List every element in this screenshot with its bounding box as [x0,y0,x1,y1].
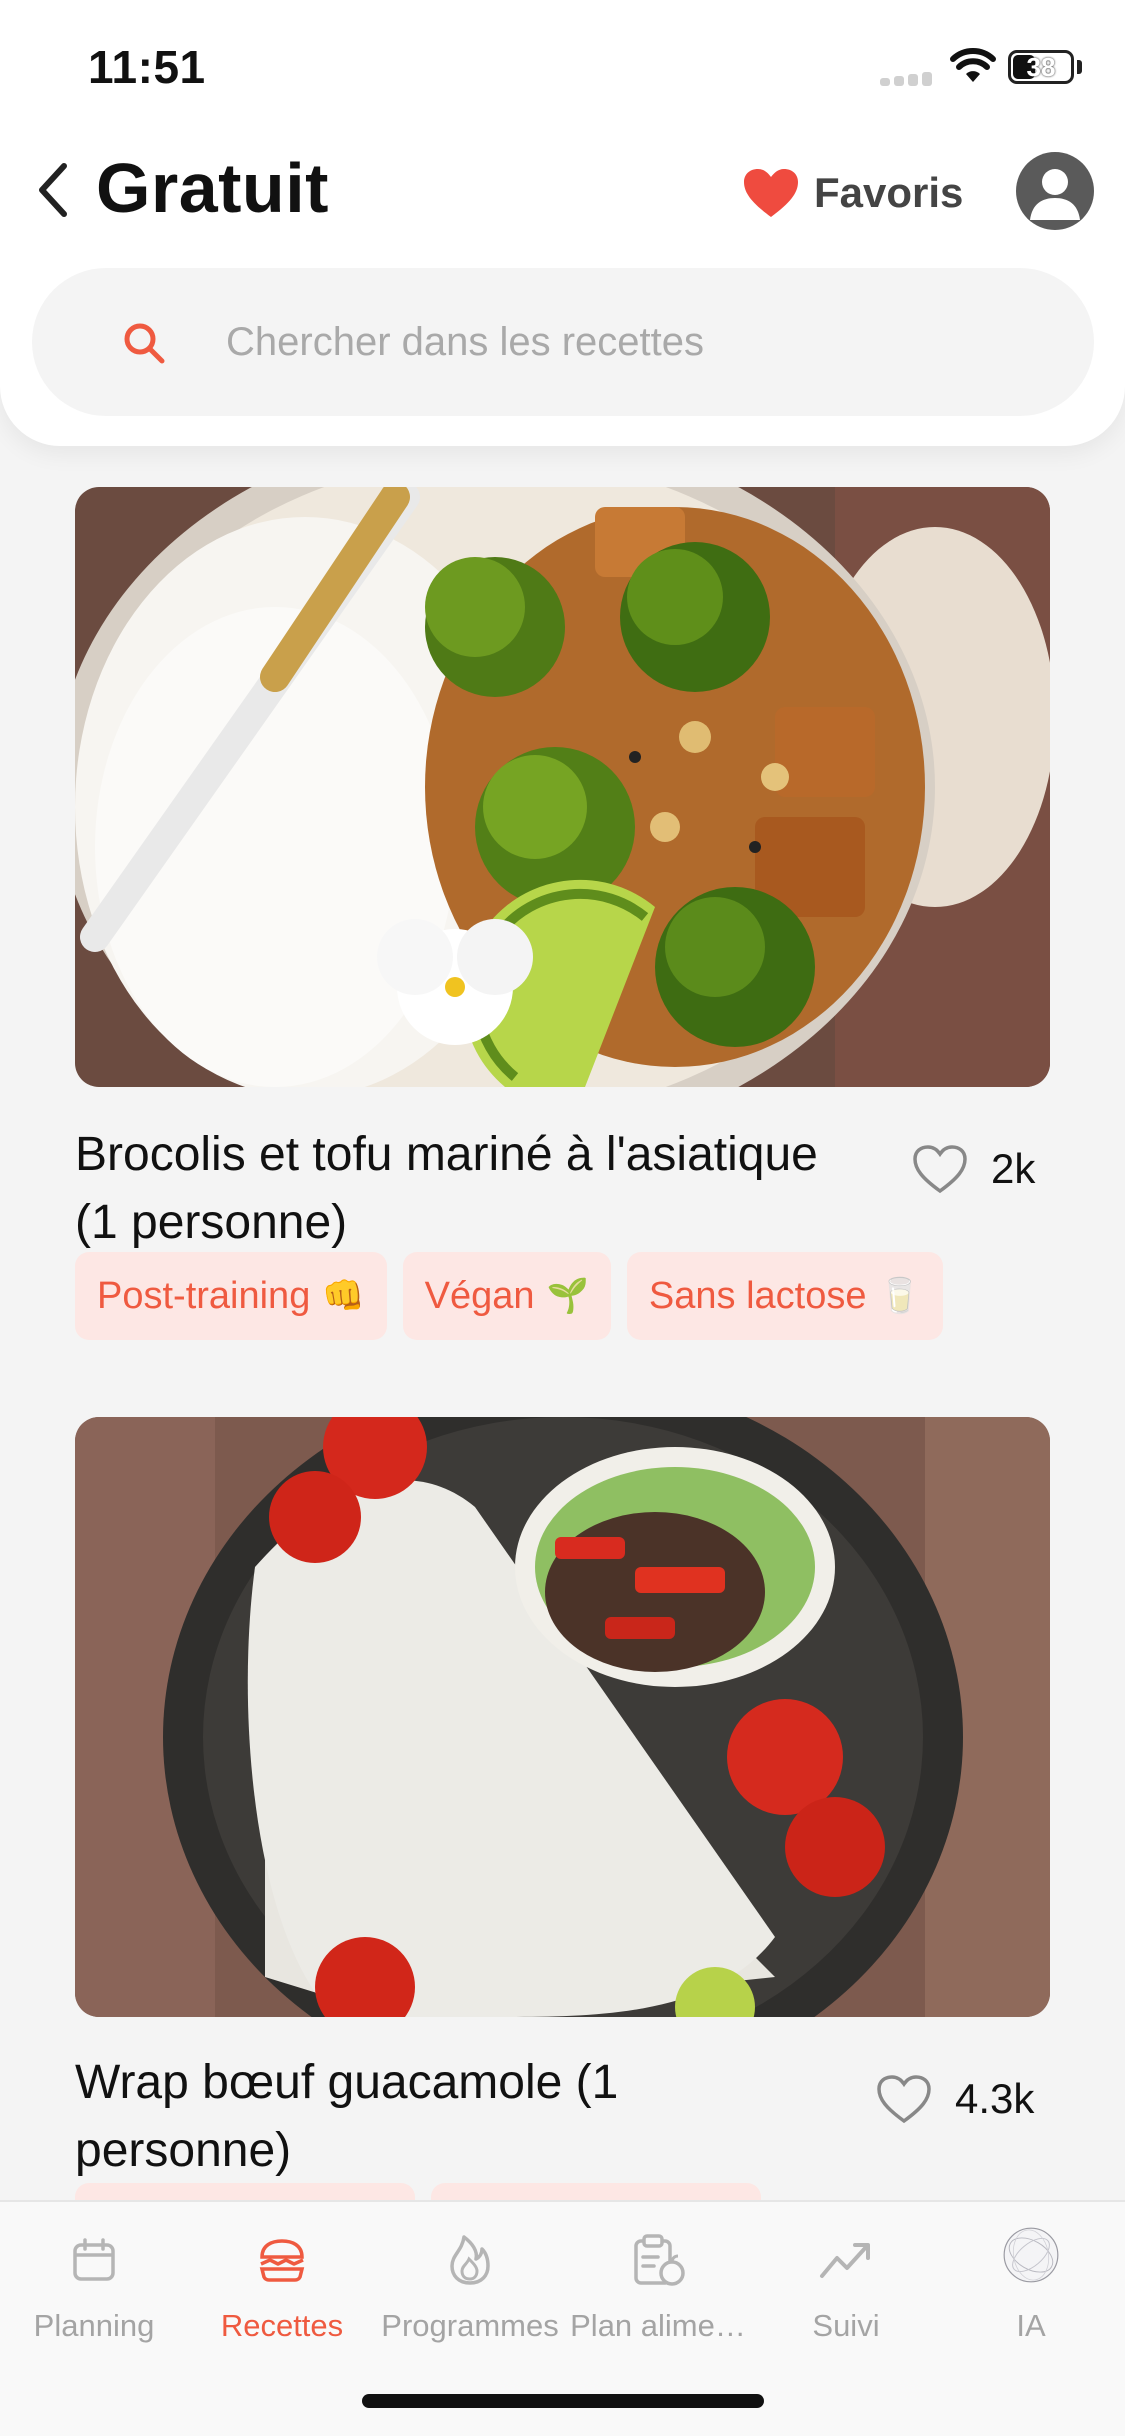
tab-label: Plan alime… [570,2308,746,2343]
trend-icon [816,2230,876,2290]
tag-label: Post-training [97,1274,311,1317]
heart-outline-icon [913,1145,967,1194]
recipe-image-beef-wrap[interactable] [75,1417,1050,2017]
calendar-icon [64,2230,124,2290]
cellular-signal-icon [880,72,932,86]
recipe-card[interactable]: Wrap bœuf guacamole (1 personne) 4.3k [75,1417,1050,2271]
like-button[interactable]: 2k [911,1143,1035,1195]
tag-list: Post-training 👊 Végan 🌱 Sans lactose 🥛 [75,1252,943,1340]
battery-icon: 38 [1008,50,1074,84]
tag-post-training: Post-training 👊 [75,1252,387,1340]
tab-label: Recettes [220,2308,344,2343]
search-icon [124,323,165,364]
page-title: Gratuit [96,149,329,227]
milk-glass-icon: 🥛 [878,1277,921,1315]
flame-icon [440,2230,500,2290]
tab-suivi[interactable]: Suivi [752,2230,940,2370]
fist-icon: 👊 [322,1277,365,1315]
tag-vegan: Végan 🌱 [402,1252,611,1340]
tab-recettes[interactable]: Recettes [188,2230,376,2370]
recipe-title[interactable]: Wrap bœuf guacamole (1 personne) [75,2049,835,2185]
search-input[interactable] [226,306,1046,378]
like-count: 4.3k [955,2075,1035,2122]
ai-orb-icon [1001,2227,1061,2290]
favorites-label: Favoris [814,169,964,216]
like-button[interactable]: 4.3k [875,2073,1034,2125]
heart-outline-icon [877,2075,931,2124]
wifi-icon [950,48,996,82]
tab-plan-alimentaire[interactable]: Plan alime… [564,2230,752,2370]
avatar[interactable] [1016,152,1094,230]
tab-planning[interactable]: Planning [0,2230,188,2370]
tab-programmes[interactable]: Programmes [376,2230,564,2370]
tab-label: Suivi [812,2308,880,2343]
chevron-left-icon [39,163,67,217]
back-button[interactable] [28,150,78,230]
tag-label: Sans lactose [648,1274,867,1317]
battery-level: 38 [1026,52,1056,82]
tag-label: Végan [424,1274,535,1317]
header: 11:51 38 Gratuit Favoris [0,0,1125,446]
clipboard-apple-icon [628,2230,688,2290]
tag-lactose-free: Sans lactose 🥛 [626,1252,943,1340]
tab-ia[interactable]: IA [937,2227,1125,2370]
home-indicator [362,2394,764,2408]
recipe-card[interactable]: Brocolis et tofu mariné à l'asiatique (1… [75,487,1050,1340]
battery-cap [1077,60,1082,74]
burger-icon [252,2230,312,2290]
user-icon [1030,169,1080,220]
tab-label: Programmes [381,2308,559,2343]
heart-icon [744,169,798,217]
tab-label: Planning [33,2308,155,2343]
recipe-title[interactable]: Brocolis et tofu mariné à l'asiatique (1… [75,1121,835,1257]
like-count: 2k [991,1145,1036,1192]
tab-label: IA [1016,2308,1046,2343]
seedling-icon: 🌱 [546,1277,589,1315]
recipe-image-broccoli-tofu[interactable] [75,487,1050,1087]
search-bar[interactable] [32,268,1094,416]
status-time: 11:51 [88,41,206,93]
favorites-button[interactable]: Favoris [742,160,963,226]
